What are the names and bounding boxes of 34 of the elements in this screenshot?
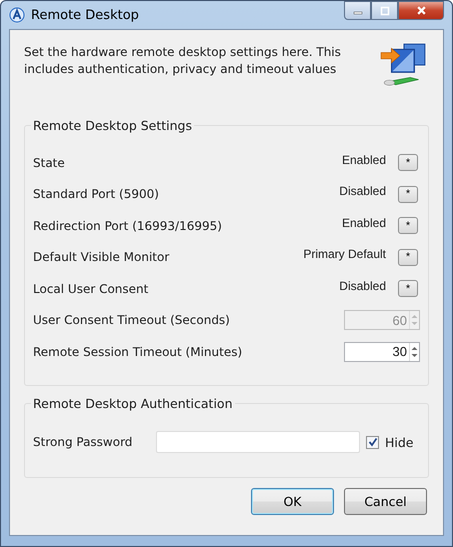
setting-value: Primary Default xyxy=(303,247,386,262)
maximize-button[interactable] xyxy=(371,1,398,20)
hide-checkbox[interactable] xyxy=(366,436,379,448)
change-button[interactable]: * xyxy=(398,186,418,203)
number-spinner[interactable]: 30 xyxy=(344,342,420,362)
setting-label: Default Visible Monitor xyxy=(33,250,170,264)
setting-label: Standard Port (5900) xyxy=(33,187,160,202)
change-button[interactable]: * xyxy=(398,280,418,298)
window-title: Remote Desktop xyxy=(31,8,139,22)
setting-value: Disabled xyxy=(339,278,386,293)
setting-label: Redirection Port (16993/16995) xyxy=(33,218,223,233)
maximize-icon xyxy=(380,6,390,16)
group-title: Remote Desktop Authentication xyxy=(32,396,234,411)
change-button[interactable]: * xyxy=(398,248,418,266)
password-label: Strong Password xyxy=(33,435,134,449)
hide-label: Hide xyxy=(385,434,414,450)
change-button[interactable]: * xyxy=(398,217,418,234)
app-icon xyxy=(9,7,25,23)
setting-label: State xyxy=(33,156,66,170)
setting-label: Remote Session Timeout (Minutes) xyxy=(33,344,244,359)
setting-value: Enabled xyxy=(342,152,386,167)
dialog-button[interactable]: OK xyxy=(251,488,334,515)
change-button[interactable]: * xyxy=(398,154,418,172)
setting-value: Enabled xyxy=(342,216,386,230)
close-icon xyxy=(416,5,426,16)
group-title: Remote Desktop Settings xyxy=(32,118,193,133)
setting-label: User Consent Timeout (Seconds) xyxy=(33,313,231,328)
setting-label: Local User Consent xyxy=(33,282,150,296)
password-field[interactable] xyxy=(156,431,360,453)
setting-value: Disabled xyxy=(339,184,386,198)
minimize-button[interactable] xyxy=(344,1,371,20)
close-button[interactable] xyxy=(398,1,444,20)
description-text: Set the hardware remote desktop settings here. This includes authentication, privacy and timeout values xyxy=(24,44,342,78)
dialog-button[interactable]: Cancel xyxy=(344,488,427,515)
